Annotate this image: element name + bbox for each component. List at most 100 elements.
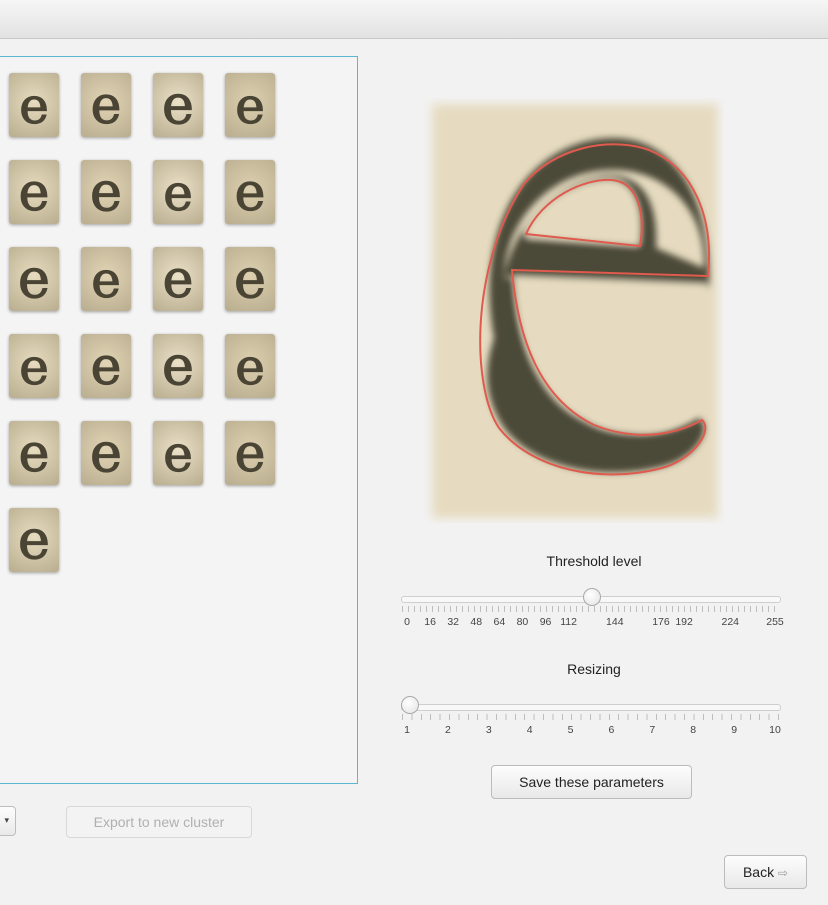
resizing-slider[interactable] — [401, 696, 781, 714]
glyph-thumbnail[interactable]: e — [153, 421, 203, 485]
svg-text:e: e — [235, 77, 265, 135]
save-parameters-button[interactable]: Save these parameters — [491, 765, 692, 799]
glyph-thumbnail[interactable]: e — [81, 247, 131, 311]
glyph-preview-image — [432, 104, 718, 518]
tick-label: 7 — [649, 724, 656, 736]
glyph-thumbnail[interactable]: e — [153, 160, 203, 224]
glyph-letter-image: e — [89, 421, 122, 485]
export-to-new-cluster-button[interactable]: Export to new cluster — [66, 806, 252, 838]
glyph-thumbnail[interactable]: e — [9, 160, 59, 224]
tick-label: 80 — [516, 616, 529, 628]
back-label: Back — [742, 864, 775, 880]
glyph-thumbnail[interactable]: e — [81, 160, 131, 224]
glyph-letter-image: e — [161, 73, 194, 137]
svg-text:e: e — [90, 421, 122, 484]
glyph-letter-image: e — [233, 247, 266, 311]
tick-label: 4 — [526, 724, 533, 736]
glyph-thumbnail[interactable]: e — [153, 247, 203, 311]
glyph-letter-image: e — [18, 423, 50, 484]
glyph-letter-image: e — [163, 163, 194, 222]
resizing-slider-track[interactable] — [401, 704, 781, 711]
tick-label: 224 — [721, 616, 740, 628]
glyph-thumbnail[interactable]: e — [9, 247, 59, 311]
svg-text:e: e — [163, 164, 193, 222]
threshold-ticks — [402, 606, 780, 612]
tick-label: 96 — [539, 616, 552, 628]
glyph-letter-image: e — [90, 336, 122, 397]
tick-label: 3 — [485, 724, 492, 736]
chevron-down-icon: ▾ — [4, 815, 9, 825]
glyph-thumbnail[interactable]: e — [81, 334, 131, 398]
svg-text:e: e — [19, 77, 49, 135]
tick-label: 10 — [769, 724, 781, 736]
tick-label: 9 — [731, 724, 738, 736]
tick-label: 5 — [567, 724, 574, 736]
tick-label: 1 — [404, 724, 410, 736]
glyph-thumbnail[interactable]: e — [225, 247, 275, 311]
glyph-preview — [424, 98, 724, 523]
svg-text:e: e — [19, 338, 49, 396]
svg-text:e: e — [235, 338, 265, 396]
glyph-letter-image: e — [17, 508, 50, 572]
glyph-thumbnail[interactable]: e — [153, 334, 203, 398]
glyph-thumbnail[interactable]: e — [81, 421, 131, 485]
svg-text:e: e — [91, 76, 122, 136]
glyph-grid: eeeeeeeeeeeeeeeeeeeee — [9, 73, 289, 593]
tick-label: 2 — [444, 724, 451, 736]
cluster-dropdown[interactable]: ▾ — [0, 806, 16, 836]
svg-text:e: e — [162, 334, 194, 397]
tick-label: 64 — [493, 616, 506, 628]
resizing-label: Resizing — [567, 661, 621, 677]
svg-text:e: e — [163, 425, 193, 483]
glyph-letter-image: e — [235, 337, 266, 396]
tick-label: 0 — [404, 616, 410, 628]
tick-label: 32 — [447, 616, 460, 628]
resizing-slider-thumb[interactable] — [401, 696, 419, 714]
glyph-letter-image: e — [90, 75, 122, 136]
svg-text:e: e — [90, 160, 122, 223]
threshold-slider-thumb[interactable] — [582, 588, 601, 606]
glyph-cluster-panel[interactable]: eeeeeeeeeeeeeeeeeeeee — [0, 56, 358, 784]
glyph-letter-image: e — [162, 249, 194, 310]
threshold-level-label: Threshold level — [546, 553, 642, 569]
svg-text:e: e — [18, 247, 50, 310]
svg-text:e: e — [234, 247, 266, 310]
tick-label: 192 — [675, 616, 693, 628]
arrow-right-icon: ⇨ — [777, 866, 789, 880]
svg-text:e: e — [163, 250, 194, 310]
glyph-letter-image: e — [17, 247, 50, 311]
glyph-thumbnail[interactable]: e — [225, 421, 275, 485]
glyph-thumbnail[interactable]: e — [81, 73, 131, 137]
back-button[interactable]: Back ⇨ — [724, 855, 807, 889]
glyph-thumbnail[interactable]: e — [9, 421, 59, 485]
glyph-thumbnail[interactable]: e — [9, 334, 59, 398]
threshold-slider[interactable] — [401, 588, 781, 606]
glyph-letter-image: e — [89, 160, 122, 224]
svg-text:e: e — [19, 424, 50, 484]
tick-label: 48 — [470, 616, 483, 628]
glyph-letter-image: e — [19, 76, 50, 135]
glyph-letter-image: e — [235, 76, 266, 135]
glyph-letter-image: e — [18, 162, 50, 223]
resizing-ticks — [402, 714, 780, 720]
svg-text:e: e — [235, 163, 266, 223]
tick-label: 8 — [690, 724, 697, 736]
tick-label: 112 — [560, 616, 577, 628]
svg-text:e: e — [18, 508, 50, 571]
tick-label: 176 — [652, 616, 670, 628]
glyph-letter-image: e — [19, 337, 50, 396]
glyph-thumbnail[interactable]: e — [225, 334, 275, 398]
svg-text:e: e — [162, 73, 194, 136]
glyph-letter-image: e — [91, 250, 122, 309]
svg-text:e: e — [235, 424, 266, 484]
svg-text:e: e — [91, 251, 121, 309]
glyph-thumbnail[interactable]: e — [9, 73, 59, 137]
glyph-thumbnail[interactable]: e — [225, 160, 275, 224]
tick-label: 6 — [608, 724, 615, 736]
glyph-thumbnail[interactable]: e — [9, 508, 59, 572]
glyph-thumbnail[interactable]: e — [225, 73, 275, 137]
svg-text:e: e — [91, 337, 122, 397]
glyph-thumbnail[interactable]: e — [153, 73, 203, 137]
glyph-letter-image: e — [163, 424, 194, 483]
svg-text:e: e — [19, 163, 50, 223]
